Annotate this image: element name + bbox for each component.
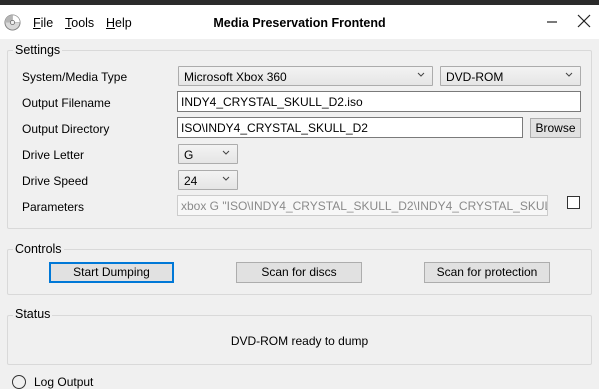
parameters-value: xbox G "ISO\INDY4_CRYSTAL_SKULL_D2\INDY4… bbox=[181, 199, 547, 213]
chevron-down-icon bbox=[222, 150, 230, 155]
drive-speed-value: 24 bbox=[184, 174, 198, 188]
media-type-select-value: DVD-ROM bbox=[446, 70, 504, 84]
output-directory-input[interactable]: ISO\INDY4_CRYSTAL_SKULL_D2 bbox=[177, 117, 523, 138]
drive-speed-select[interactable]: 24 bbox=[178, 170, 238, 190]
controls-group-title: Controls bbox=[13, 242, 64, 256]
output-directory-value: ISO\INDY4_CRYSTAL_SKULL_D2 bbox=[181, 121, 368, 135]
parameters-label: Parameters bbox=[22, 200, 85, 214]
status-group-title: Status bbox=[13, 307, 53, 321]
status-message: DVD-ROM ready to dump bbox=[230, 334, 369, 348]
drive-letter-label: Drive Letter bbox=[22, 148, 85, 162]
output-filename-input[interactable]: INDY4_CRYSTAL_SKULL_D2.iso bbox=[177, 91, 581, 112]
parameters-input[interactable]: xbox G "ISO\INDY4_CRYSTAL_SKULL_D2\INDY4… bbox=[177, 195, 548, 216]
output-filename-value: INDY4_CRYSTAL_SKULL_D2.iso bbox=[181, 95, 363, 109]
drive-letter-value: G bbox=[184, 148, 194, 162]
settings-group-title: Settings bbox=[13, 43, 63, 57]
browse-button[interactable]: Browse bbox=[530, 118, 581, 138]
system-media-label: System/Media Type bbox=[22, 70, 128, 84]
media-type-select[interactable]: DVD-ROM bbox=[440, 66, 581, 86]
output-filename-label: Output Filename bbox=[22, 96, 111, 110]
window-title: Media Preservation Frontend bbox=[213, 16, 386, 30]
chevron-down-icon bbox=[417, 72, 425, 77]
scan-discs-button[interactable]: Scan for discs bbox=[236, 262, 362, 283]
close-icon[interactable] bbox=[574, 13, 594, 31]
parameters-edit-checkbox[interactable] bbox=[567, 196, 580, 209]
title-bar: File Tools Help Media Preservation Front… bbox=[0, 5, 599, 39]
drive-speed-label: Drive Speed bbox=[22, 174, 89, 188]
output-directory-label: Output Directory bbox=[22, 122, 110, 136]
log-output-label: Log Output bbox=[34, 375, 94, 389]
start-dumping-button[interactable]: Start Dumping bbox=[49, 262, 174, 283]
minimize-icon[interactable] bbox=[542, 13, 562, 31]
chevron-down-icon bbox=[222, 176, 230, 181]
chevron-down-icon bbox=[565, 72, 573, 77]
drive-letter-select[interactable]: G bbox=[178, 144, 238, 164]
scan-protection-button[interactable]: Scan for protection bbox=[424, 262, 550, 283]
expander-icon[interactable] bbox=[12, 375, 26, 389]
system-select-value: Microsoft Xbox 360 bbox=[184, 70, 287, 84]
system-select[interactable]: Microsoft Xbox 360 bbox=[178, 66, 433, 86]
